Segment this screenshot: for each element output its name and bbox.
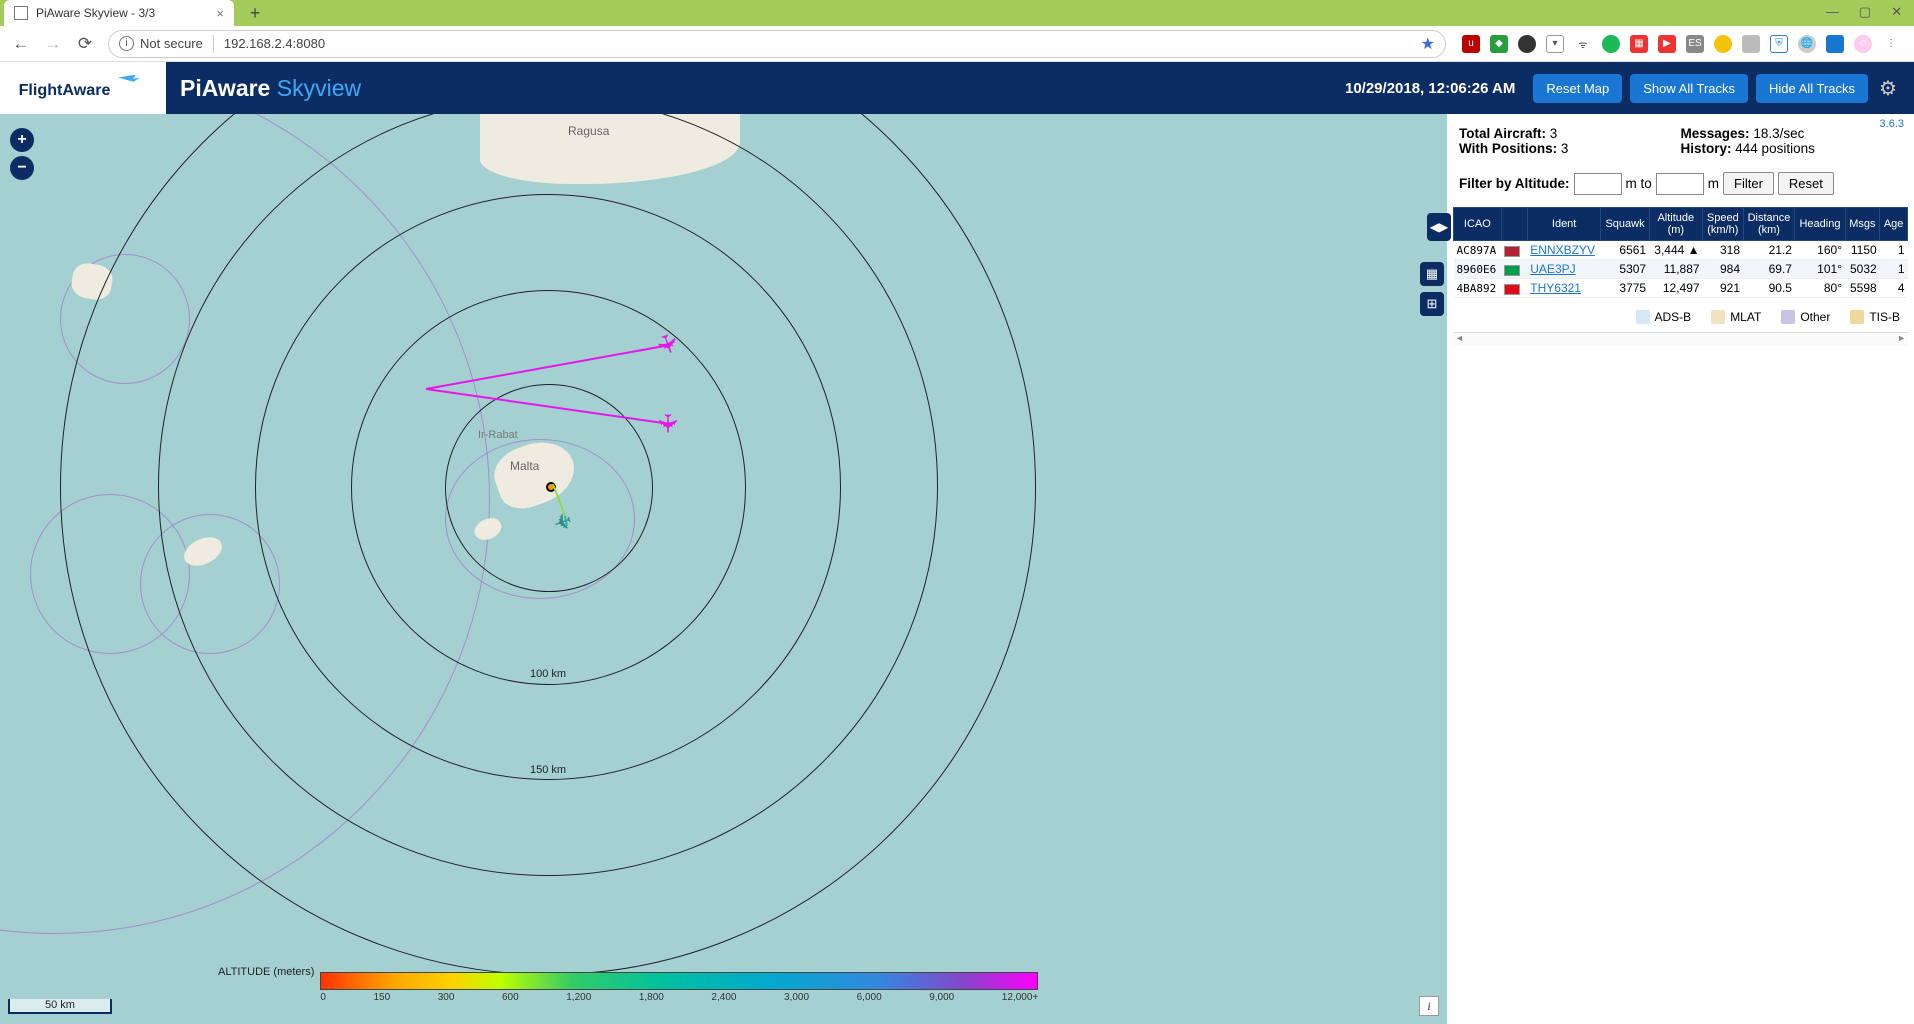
ext-icon[interactable]: ES [1686, 35, 1704, 53]
aircraft-icon[interactable]: ✈ [549, 506, 575, 537]
app-title: PiAware Skyview [180, 75, 361, 102]
ext-icon[interactable] [1602, 35, 1620, 53]
layers-button[interactable]: ▦ [1420, 262, 1444, 286]
app-header: FlightAware PiAware Skyview 10/29/2018, … [0, 62, 1914, 114]
menu-icon[interactable]: ⋮ [1882, 35, 1900, 53]
map-scale: 50 km [8, 999, 112, 1014]
zoom-out-button[interactable]: − [10, 156, 34, 180]
address-bar: ← → ⟳ i Not secure 192.168.2.4:8080 ★ u … [0, 26, 1914, 62]
ext-icon[interactable]: ▦ [1630, 35, 1648, 53]
map-info-button[interactable]: i [1419, 996, 1439, 1016]
flag-icon [1504, 284, 1520, 295]
source-legend: ADS-B MLAT Other TIS-B [1453, 298, 1908, 330]
url-field[interactable]: i Not secure 192.168.2.4:8080 ★ [108, 30, 1446, 58]
column-header[interactable]: Speed (km/h) [1703, 208, 1743, 241]
column-header[interactable]: Altitude (m) [1649, 208, 1702, 241]
show-all-tracks-button[interactable]: Show All Tracks [1630, 74, 1748, 103]
altitude-filter: Filter by Altitude: m to m Filter Reset [1453, 166, 1908, 201]
altitude-legend-label: ALTITUDE (meters) [218, 966, 314, 978]
maximize-icon[interactable]: ▢ [1859, 4, 1871, 20]
column-header[interactable]: ICAO [1454, 208, 1502, 241]
zoom-in-button[interactable]: + [10, 128, 34, 152]
ext-icon[interactable] [1742, 35, 1760, 53]
map-label-malta: Malta [510, 459, 539, 473]
back-button[interactable]: ← [6, 29, 36, 59]
profile-avatar[interactable]: ☺ [1854, 35, 1872, 53]
bookmark-star-icon[interactable]: ★ [1421, 34, 1435, 54]
column-header[interactable]: Age [1880, 208, 1908, 241]
ext-icon[interactable]: 🌐 [1798, 35, 1816, 53]
table-row[interactable]: AC897AENNXBZYV65613,444 ▲31821.2160°1150… [1454, 241, 1908, 260]
settings-gear-icon[interactable]: ⚙ [1876, 76, 1900, 100]
browser-tab-strip: PiAware Skyview - 3/3 × + — ▢ ✕ [0, 0, 1914, 26]
ext-icon[interactable]: ▾ [1546, 35, 1564, 53]
legend-item: TIS-B [1850, 310, 1900, 324]
aircraft-table: ICAO IdentSquawkAltitude (m)Speed (km/h)D… [1453, 207, 1908, 298]
forward-button[interactable]: → [38, 29, 68, 59]
data-panel: 3.6.3 Total Aircraft: 3 With Positions: … [1447, 114, 1914, 1024]
ext-icon[interactable]: ▶ [1658, 35, 1676, 53]
zoom-controls: + − [10, 128, 34, 180]
legend-item: ADS-B [1636, 310, 1692, 324]
map-label-ragusa: Ragusa [568, 124, 609, 138]
page-icon [14, 6, 28, 20]
ext-icon[interactable] [1714, 35, 1732, 53]
reset-map-button[interactable]: Reset Map [1533, 74, 1622, 103]
svg-text:FlightAware: FlightAware [19, 81, 111, 99]
altitude-min-input[interactable] [1574, 173, 1622, 195]
aircraft-icon[interactable]: ✈ [651, 413, 682, 435]
legend-item: MLAT [1711, 310, 1761, 324]
receiver-location-icon [546, 482, 556, 492]
browser-tab[interactable]: PiAware Skyview - 3/3 × [4, 0, 234, 26]
ident-link[interactable]: ENNXBZYV [1530, 243, 1595, 257]
grid-button[interactable]: ⊞ [1420, 292, 1444, 316]
reset-filter-button[interactable]: Reset [1778, 172, 1834, 195]
info-icon[interactable]: i [119, 36, 134, 51]
timestamp: 10/29/2018, 12:06:26 AM [1345, 80, 1515, 97]
url-text: 192.168.2.4:8080 [224, 36, 325, 51]
column-header[interactable]: Heading [1795, 208, 1845, 241]
new-tab-button[interactable]: + [242, 3, 268, 23]
version-label: 3.6.3 [1880, 118, 1904, 130]
close-tab-icon[interactable]: × [216, 6, 224, 21]
ext-icon[interactable]: ᯤ [1574, 35, 1592, 53]
horizontal-scrollbar[interactable] [1453, 332, 1908, 346]
altitude-legend: ALTITUDE (meters) 01503006001,2001,8002,… [218, 972, 1038, 990]
window-controls: — ▢ ✕ [1818, 0, 1910, 24]
insecure-label: Not secure [140, 36, 203, 51]
table-row[interactable]: 8960E6UAE3PJ530711,88798469.7101°50321 [1454, 260, 1908, 279]
flag-icon [1504, 246, 1520, 257]
close-window-icon[interactable]: ✕ [1891, 4, 1902, 20]
ext-icon[interactable]: ⛨ [1770, 35, 1788, 53]
flightaware-logo[interactable]: FlightAware [0, 62, 166, 114]
map-label-rabat: Ir-Rabat [478, 429, 518, 441]
filter-button[interactable]: Filter [1723, 172, 1774, 195]
ext-icon[interactable] [1518, 35, 1536, 53]
column-header[interactable]: Squawk [1601, 208, 1649, 241]
ext-icon[interactable]: ◆ [1490, 35, 1508, 53]
tab-title: PiAware Skyview - 3/3 [36, 6, 155, 20]
ext-icon[interactable] [1826, 35, 1844, 53]
legend-item: Other [1781, 310, 1830, 324]
ident-link[interactable]: THY6321 [1530, 281, 1581, 295]
hide-all-tracks-button[interactable]: Hide All Tracks [1756, 74, 1868, 103]
ext-icon[interactable]: u [1462, 35, 1480, 53]
ring-label-100: 100 km [530, 668, 566, 680]
reload-button[interactable]: ⟳ [70, 29, 100, 59]
flag-icon [1504, 265, 1520, 276]
altitude-max-input[interactable] [1656, 173, 1704, 195]
ident-link[interactable]: UAE3PJ [1530, 262, 1575, 276]
ring-label-150: 150 km [530, 764, 566, 776]
minimize-icon[interactable]: — [1826, 4, 1839, 20]
column-header[interactable]: Msgs [1845, 208, 1880, 241]
collapse-panel-button[interactable]: ◀▶ [1427, 213, 1451, 241]
extension-icons: u ◆ ▾ ᯤ ▦ ▶ ES ⛨ 🌐 ☺ ⋮ [1454, 35, 1908, 53]
table-row[interactable]: 4BA892THY6321377512,49792190.580°55984 [1454, 279, 1908, 298]
column-header[interactable]: Ident [1527, 208, 1601, 241]
main-content: Ragusa Ir-Rabat Malta 100 km 150 km ✈ ✈ … [0, 114, 1914, 1024]
column-header[interactable] [1501, 208, 1527, 241]
aircraft-icon[interactable]: ✈ [649, 329, 686, 360]
column-header[interactable]: Distance (km) [1743, 208, 1795, 241]
map-canvas[interactable]: Ragusa Ir-Rabat Malta 100 km 150 km ✈ ✈ … [0, 114, 1447, 1024]
